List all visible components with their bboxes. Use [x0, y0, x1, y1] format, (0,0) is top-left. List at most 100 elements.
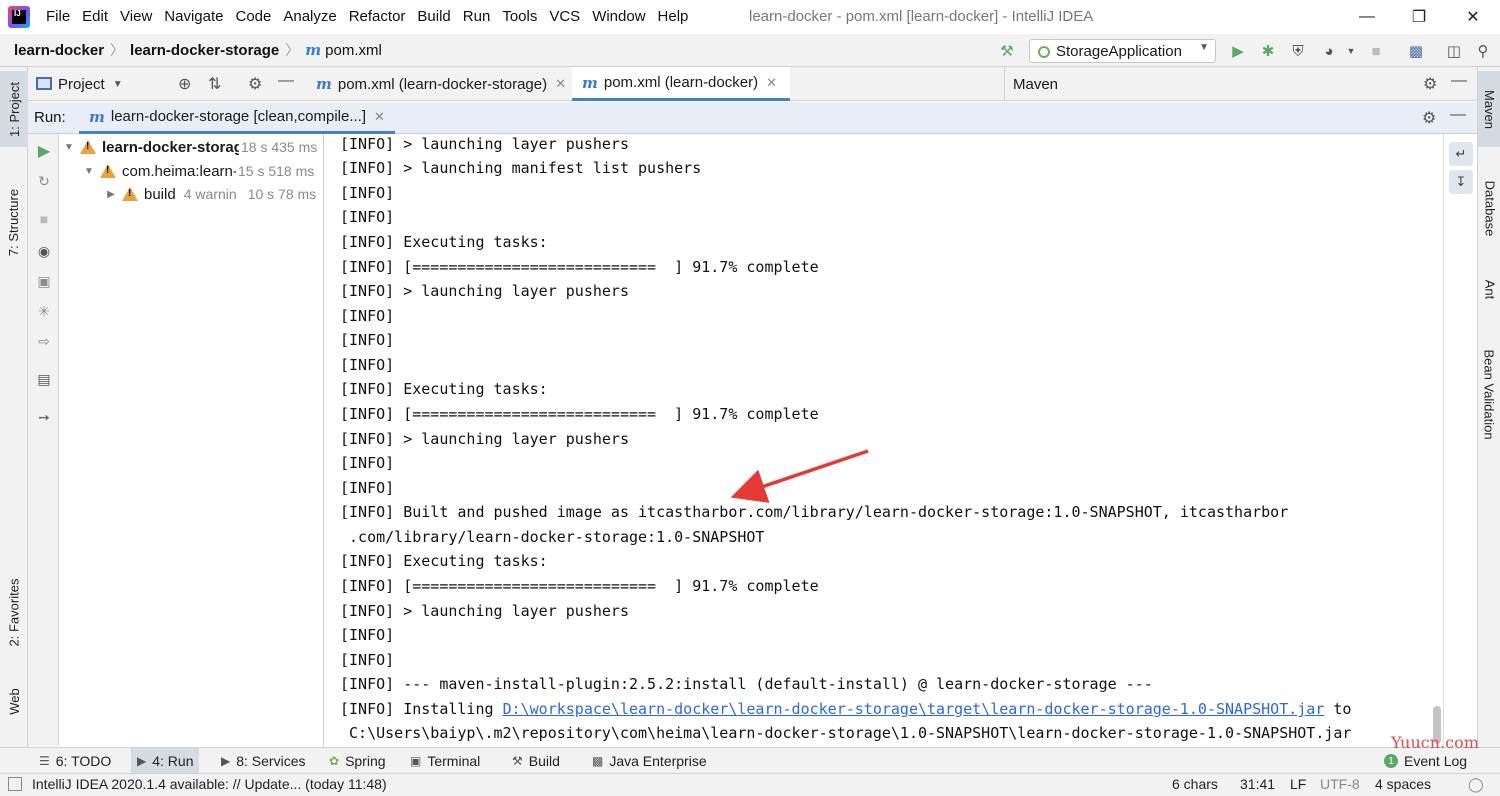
selection-chars: 6 chars: [1172, 776, 1218, 792]
menu-file[interactable]: File: [40, 0, 76, 34]
close-window-icon[interactable]: ✕: [1450, 0, 1496, 34]
menu-vcs[interactable]: VCS: [543, 0, 586, 34]
tool-tab-structure[interactable]: 7: Structure: [0, 177, 28, 267]
tree-row[interactable]: ▼ com.heima:learn- 15 s 518 ms: [82, 159, 314, 183]
tool-tab-services[interactable]: ▶ 8: Services: [215, 748, 311, 774]
tool-tab-project-label: 1: Project: [7, 82, 22, 137]
collapse-all-icon[interactable]: ⇅: [208, 74, 221, 94]
pin-icon[interactable]: ➙: [33, 406, 55, 428]
line-separator[interactable]: LF: [1290, 776, 1306, 792]
close-tab-icon[interactable]: ✕: [374, 109, 385, 125]
stop-icon[interactable]: ■: [33, 208, 55, 230]
profile-icon[interactable]: ◕: [1318, 40, 1340, 62]
warning-icon: [122, 187, 138, 201]
chevron-down-icon[interactable]: ▼: [62, 142, 76, 153]
scroll-to-end-icon[interactable]: ↧: [1449, 170, 1473, 194]
tree-row[interactable]: ▶ build 4 warnin 10 s 78 ms: [104, 182, 316, 206]
file-encoding[interactable]: UTF-8: [1320, 776, 1360, 792]
run-configuration-select[interactable]: StorageApplication ▼: [1029, 39, 1216, 63]
chevron-down-icon[interactable]: ▼: [82, 166, 96, 177]
spring-boot-icon: [1038, 46, 1050, 58]
menu-window[interactable]: Window: [586, 0, 651, 34]
services-icon: ▶: [221, 754, 230, 768]
menu-edit[interactable]: Edit: [76, 0, 114, 34]
menu-help[interactable]: Help: [652, 0, 695, 34]
project-structure-icon[interactable]: ▩: [1405, 40, 1427, 62]
tool-tab-build[interactable]: ⚒ Build: [506, 748, 566, 774]
camera-icon[interactable]: ▣: [33, 270, 55, 292]
gear-icon[interactable]: ⚙: [248, 74, 262, 94]
tool-tab-web[interactable]: Web: [0, 679, 28, 723]
menu-navigate[interactable]: Navigate: [158, 0, 229, 34]
warning-icon: [80, 140, 96, 154]
tool-windows-toggle-icon[interactable]: [8, 777, 22, 791]
menu-code[interactable]: Code: [229, 0, 277, 34]
caret-position[interactable]: 31:41: [1240, 776, 1275, 792]
close-tab-icon[interactable]: ✕: [555, 76, 566, 92]
chevron-down-icon[interactable]: ▼: [113, 79, 123, 90]
hide-panel-icon[interactable]: —: [278, 72, 294, 90]
hide-panel-icon[interactable]: —: [1451, 72, 1467, 90]
tool-tab-spring[interactable]: ✿ Spring: [323, 748, 392, 774]
export-icon[interactable]: ⇨: [33, 330, 55, 352]
status-message[interactable]: IntelliJ IDEA 2020.1.4 available: // Upd…: [32, 776, 387, 792]
gear-icon[interactable]: ⚙: [1422, 108, 1436, 128]
indent-setting[interactable]: 4 spaces: [1375, 776, 1431, 792]
tool-tab-web-label: Web: [7, 688, 22, 715]
menu-refactor[interactable]: Refactor: [343, 0, 412, 34]
soft-wrap-icon[interactable]: ↵: [1449, 142, 1473, 166]
rerun-icon[interactable]: ▶: [33, 140, 55, 162]
tool-tab-todo[interactable]: ☰ 6: TODO: [33, 748, 117, 774]
gear-icon[interactable]: ⚙: [1423, 74, 1437, 94]
tree-row[interactable]: ▼ learn-docker-storag 18 s 435 ms: [62, 135, 317, 159]
tree-node-time: 15 s 518 ms: [238, 163, 314, 179]
editor-tab-pom-storage[interactable]: m pom.xml (learn-docker-storage) ✕: [306, 67, 566, 101]
breadcrumb-project[interactable]: learn-docker: [14, 42, 104, 59]
menu-analyze[interactable]: Analyze: [277, 0, 342, 34]
tool-tab-terminal[interactable]: ▣ Terminal: [404, 748, 486, 774]
rerun-failed-icon[interactable]: ↻: [33, 170, 55, 192]
lock-icon[interactable]: ◯: [1468, 776, 1484, 793]
menu-build[interactable]: Build: [411, 0, 456, 34]
hide-panel-icon[interactable]: —: [1450, 106, 1466, 124]
build-tree: ▼ learn-docker-storag 18 s 435 ms ▼ com.…: [60, 134, 324, 746]
close-tab-icon[interactable]: ✕: [766, 75, 777, 91]
run-tab-learn-docker-storage[interactable]: m learn-docker-storage [clean,compile...…: [79, 102, 395, 134]
restore-icon[interactable]: ❐: [1396, 0, 1442, 34]
menu-run[interactable]: Run: [457, 0, 497, 34]
console-output[interactable]: [INFO] > launching layer pushers [INFO] …: [325, 134, 1442, 746]
layout-icon[interactable]: ▤: [33, 368, 55, 390]
profile-dropdown-icon[interactable]: ▼: [1340, 40, 1362, 62]
window-title: learn-docker - pom.xml [learn-docker] - …: [749, 0, 1093, 34]
presentation-icon[interactable]: ◫: [1443, 40, 1465, 62]
terminal-icon: ▣: [410, 754, 421, 768]
tool-tab-database[interactable]: Database: [1478, 163, 1500, 253]
eye-icon[interactable]: ◉: [33, 240, 55, 262]
tool-tab-maven[interactable]: Maven: [1478, 71, 1500, 147]
menu-view[interactable]: View: [114, 0, 158, 34]
tool-tab-java-enterprise[interactable]: ▩ Java Enterprise: [586, 748, 713, 774]
breadcrumb-module[interactable]: learn-docker-storage: [130, 42, 279, 59]
tool-tab-favorites[interactable]: 2: Favorites: [0, 567, 28, 657]
locate-target-icon[interactable]: ⊕: [178, 74, 191, 94]
tool-tab-terminal-label: Terminal: [427, 753, 480, 769]
menu-tools[interactable]: Tools: [496, 0, 543, 34]
run-icon[interactable]: ▶: [1227, 40, 1249, 62]
search-icon[interactable]: ⚲: [1472, 40, 1494, 62]
minimize-icon[interactable]: —: [1344, 0, 1390, 34]
editor-tab-pom-docker[interactable]: m pom.xml (learn-docker) ✕: [572, 67, 790, 101]
project-panel-header[interactable]: Project ▼ ⊕ ⇅ ⚙ —: [28, 67, 304, 101]
debug-icon[interactable]: ✱: [1257, 40, 1279, 62]
stop-icon[interactable]: ■: [1365, 40, 1387, 62]
tool-tab-run[interactable]: ▶ 4: Run: [131, 748, 199, 774]
bug-icon[interactable]: ✳: [33, 300, 55, 322]
tool-tab-bean-validation[interactable]: Bean Validation: [1478, 329, 1500, 459]
tool-tab-ant[interactable]: Ant: [1478, 263, 1500, 315]
bottom-tool-bar: ☰ 6: TODO ▶ 4: Run ▶ 8: Services ✿ Sprin…: [0, 747, 1500, 773]
jar-file-link[interactable]: D:\workspace\learn-docker\learn-docker-s…: [503, 700, 1325, 718]
coverage-icon[interactable]: ⛨: [1287, 40, 1309, 62]
build-hammer-icon[interactable]: ⚒: [996, 40, 1018, 62]
breadcrumb-file[interactable]: pom.xml: [325, 42, 382, 59]
tool-tab-project[interactable]: 1: Project: [0, 71, 28, 147]
chevron-right-icon[interactable]: ▶: [104, 189, 118, 200]
